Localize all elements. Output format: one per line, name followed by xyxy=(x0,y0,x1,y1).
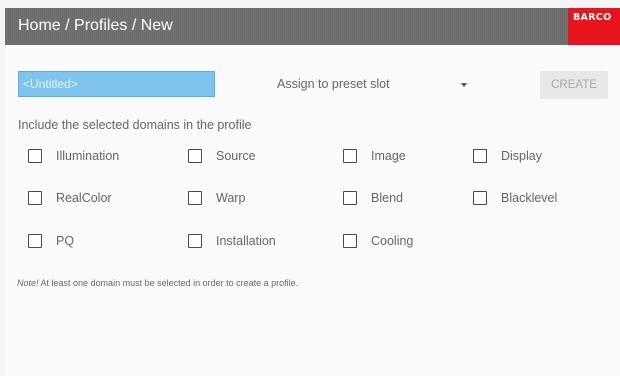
checkbox-icon[interactable] xyxy=(473,191,487,205)
domain-label: Cooling xyxy=(371,234,414,248)
preset-slot-select[interactable]: Assign to preset slot xyxy=(277,73,475,97)
domain-label: Blacklevel xyxy=(501,191,558,205)
domain-label: Illumination xyxy=(56,149,120,163)
brand-logo-text: BARCO xyxy=(573,12,612,23)
domain-label: Installation xyxy=(216,234,276,248)
checkbox-icon[interactable] xyxy=(188,234,202,248)
checkbox-icon[interactable] xyxy=(28,149,42,163)
note-text: At least one domain must be selected in … xyxy=(38,278,299,288)
header-bar: Home / Profiles / New BARCO xyxy=(5,8,620,45)
brand-logo: BARCO xyxy=(568,8,620,45)
domain-label: RealColor xyxy=(56,191,112,205)
validation-note: Note! At least one domain must be select… xyxy=(17,278,298,288)
checkbox-icon[interactable] xyxy=(188,191,202,205)
checkbox-icon[interactable] xyxy=(473,149,487,163)
profile-name-input[interactable] xyxy=(18,71,215,97)
checkbox-icon[interactable] xyxy=(343,149,357,163)
checkbox-icon[interactable] xyxy=(343,191,357,205)
domain-label: Display xyxy=(501,149,542,163)
domain-label: Source xyxy=(216,149,256,163)
note-prefix: Note! xyxy=(17,278,39,288)
chevron-down-icon xyxy=(461,83,467,87)
profile-form: Assign to preset slot CREATE Include the… xyxy=(5,45,620,376)
checkbox-icon[interactable] xyxy=(188,149,202,163)
domain-label: PQ xyxy=(56,234,75,248)
breadcrumb: Home / Profiles / New xyxy=(18,17,173,34)
checkbox-icon[interactable] xyxy=(343,234,357,248)
domain-label: Image xyxy=(371,149,406,163)
domain-label: Warp xyxy=(216,191,246,205)
checkbox-icon[interactable] xyxy=(28,191,42,205)
preset-slot-label: Assign to preset slot xyxy=(277,77,390,91)
checkbox-icon[interactable] xyxy=(28,234,42,248)
include-domains-label: Include the selected domains in the prof… xyxy=(18,118,252,132)
create-button[interactable]: CREATE xyxy=(540,71,608,99)
domain-label: Blend xyxy=(371,191,403,205)
